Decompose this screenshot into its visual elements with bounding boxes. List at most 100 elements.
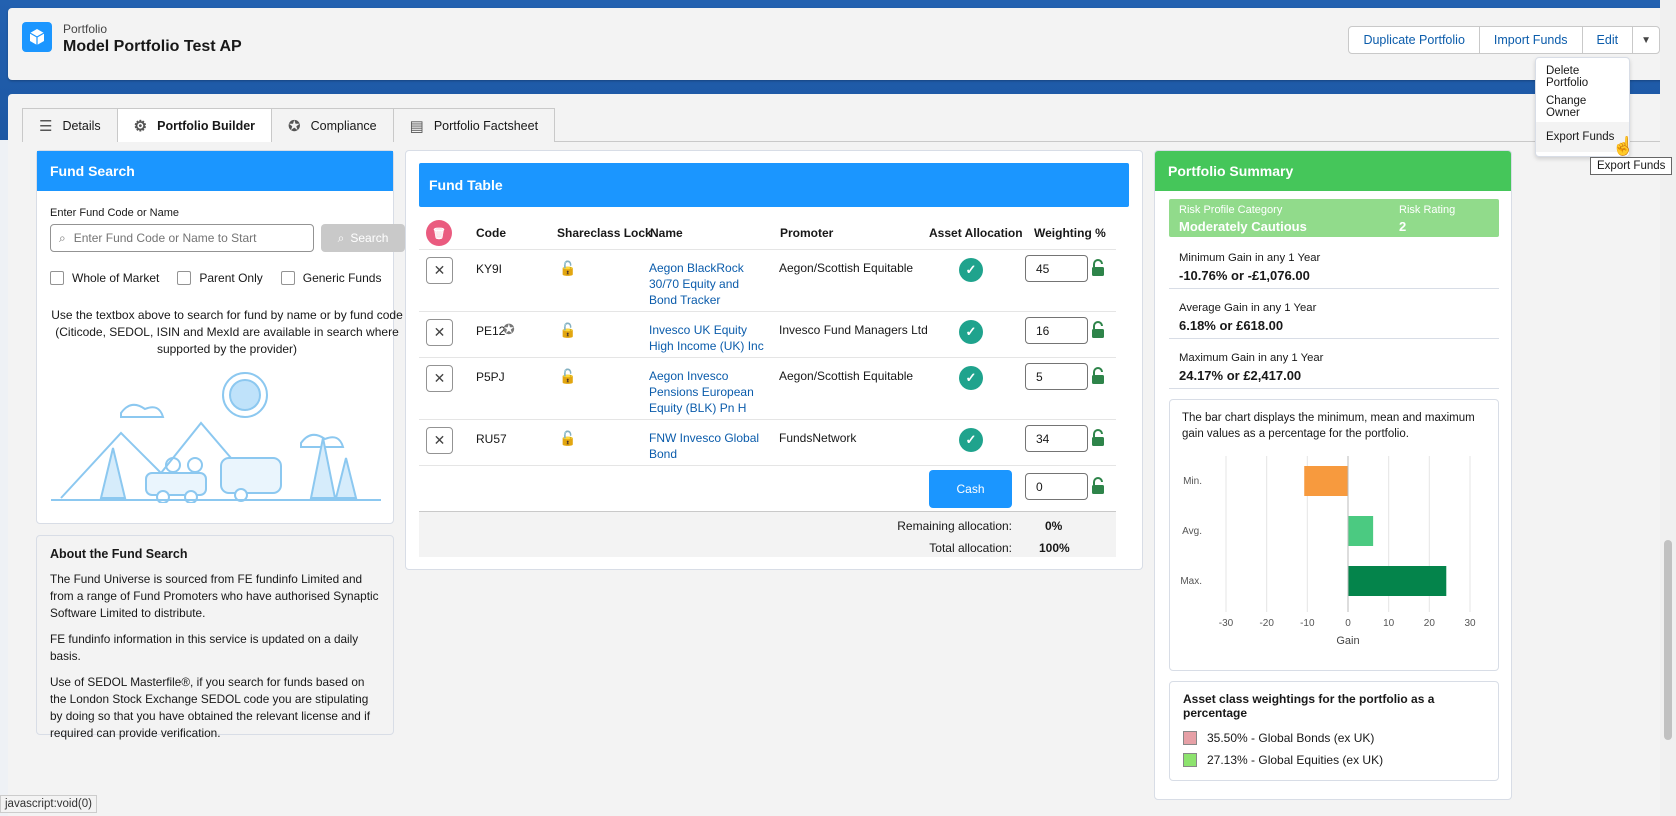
fund-promoter: FundsNetwork [779, 431, 857, 445]
trash-icon: 🗑 [426, 220, 452, 246]
risk-rating-value: 2 [1399, 219, 1407, 234]
column-header-allocation: Asset Allocation [929, 226, 1023, 240]
record-header: Portfolio Model Portfolio Test AP Duplic… [8, 8, 1668, 80]
tab-portfolio-factsheet[interactable]: ▤ Portfolio Factsheet [392, 108, 556, 142]
duplicate-portfolio-button[interactable]: Duplicate Portfolio [1348, 26, 1480, 54]
tab-label: Portfolio Builder [157, 118, 256, 133]
tab-details[interactable]: ☰ Details [22, 108, 118, 142]
search-button-label: Search [350, 231, 389, 245]
checkbox-label: Parent Only [199, 271, 263, 285]
puzzle-icon: ⚙ [133, 117, 148, 135]
tab-label: Compliance [310, 118, 377, 133]
column-header-name: Name [650, 226, 683, 240]
about-paragraph: The Fund Universe is sourced from FE fun… [50, 572, 379, 620]
weighting-input[interactable]: 34 [1025, 425, 1088, 452]
check-icon[interactable]: ✓ [959, 366, 983, 390]
fund-name-link[interactable]: Aegon BlackRock 30/70 Equity and Bond Tr… [649, 260, 769, 308]
remove-fund-button[interactable]: ✕ [426, 319, 453, 346]
x-tick-label: -30 [1219, 618, 1234, 629]
legend-label: 35.50% - Global Bonds (ex UK) [1207, 731, 1375, 745]
fund-name-link[interactable]: Aegon Invesco Pensions European Equity (… [649, 368, 769, 416]
import-funds-button[interactable]: Import Funds [1478, 26, 1583, 54]
legend-label: 27.13% - Global Equities (ex UK) [1207, 753, 1384, 767]
weighting-input[interactable]: 16 [1025, 317, 1088, 344]
lock-icon[interactable] [1090, 321, 1106, 339]
fund-code: KY9I [476, 262, 503, 276]
edit-button[interactable]: Edit [1581, 26, 1634, 54]
whole-of-market-checkbox[interactable]: Whole of Market [50, 271, 159, 285]
search-icon: ⌕ [59, 230, 66, 245]
about-title: About the Fund Search [50, 547, 188, 561]
camping-illustration [51, 372, 381, 503]
fund-promoter: Aegon/Scottish Equitable [779, 369, 914, 383]
fund-code: P5PJ [476, 370, 505, 384]
status-bar-url: javascript:void(0) [0, 795, 97, 813]
asset-class-card: Asset class weightings for the portfolio… [1169, 681, 1499, 781]
remove-fund-button[interactable]: ✕ [426, 427, 453, 454]
cash-button[interactable]: Cash [929, 470, 1012, 508]
fund-name-link[interactable]: FNW Invesco Global Bond [649, 430, 769, 462]
fund-code: PE12 [476, 324, 506, 338]
fund-search-panel: Fund Search Enter Fund Code or Name ⌕ En… [36, 150, 405, 524]
generic-funds-checkbox[interactable]: Generic Funds [280, 271, 382, 285]
more-actions-button[interactable]: ▼ [1632, 26, 1660, 54]
unlock-icon[interactable]: 🔓 [559, 322, 576, 339]
legend-swatch [1183, 753, 1197, 767]
delete-all-button[interactable]: 🗑 [426, 217, 452, 249]
menu-item-change-owner[interactable]: Change Owner [1536, 92, 1629, 122]
about-paragraph: FE fundinfo information in this service … [50, 632, 359, 663]
fund-search-label: Enter Fund Code or Name [50, 207, 180, 219]
asset-class-title: Asset class weightings for the portfolio… [1183, 692, 1435, 720]
remove-fund-button[interactable]: ✕ [426, 257, 453, 284]
checkbox-label: Generic Funds [302, 271, 382, 285]
lock-icon[interactable] [1090, 259, 1106, 277]
chart-description: The bar chart displays the minimum, mean… [1182, 412, 1475, 440]
bar-min [1304, 466, 1348, 496]
bar-avg [1348, 516, 1374, 546]
max-gain: Maximum Gain in any 1 Year 24.17% or £2,… [1169, 347, 1499, 389]
remove-fund-button[interactable]: ✕ [426, 365, 453, 392]
risk-rating-label: Risk Rating [1399, 204, 1456, 216]
max-gain-label: Maximum Gain in any 1 Year [1179, 352, 1324, 364]
fund-search-help: Use the textbox above to search for fund… [51, 308, 403, 356]
cash-weighting-input[interactable]: 0 [1025, 473, 1088, 500]
close-icon: ✕ [433, 262, 446, 278]
weighting-input[interactable]: 5 [1025, 363, 1088, 390]
menu-item-delete-portfolio[interactable]: Delete Portfolio [1536, 62, 1629, 92]
fund-code: RU57 [476, 432, 507, 446]
fund-table-header: Fund Table [419, 163, 1129, 207]
lock-icon[interactable] [1090, 367, 1106, 385]
portfolio-summary-header: Portfolio Summary [1155, 151, 1511, 191]
bar-max [1348, 566, 1447, 596]
weighting-input[interactable]: 45 [1025, 255, 1088, 282]
unlock-icon[interactable]: 🔓 [559, 430, 576, 447]
search-button[interactable]: ⌕ Search [321, 224, 405, 252]
fund-table-panel: Fund Table 🗑 Code Shareclass Lock Name P… [405, 150, 1143, 570]
tab-compliance[interactable]: ✪ Compliance [271, 108, 394, 142]
checkbox-box [177, 271, 192, 285]
parent-only-checkbox[interactable]: Parent Only [177, 271, 263, 285]
avg-gain: Average Gain in any 1 Year 6.18% or £618… [1169, 297, 1499, 339]
min-gain: Minimum Gain in any 1 Year -10.76% or -£… [1169, 247, 1499, 289]
tab-portfolio-builder[interactable]: ⚙ Portfolio Builder [116, 108, 273, 142]
lock-icon[interactable] [1090, 429, 1106, 447]
y-category-label: Min. [1183, 476, 1202, 487]
check-icon[interactable]: ✓ [959, 258, 983, 282]
allocation-summary: Remaining allocation: 0% Total allocatio… [419, 511, 1116, 557]
scrollbar-thumb[interactable] [1664, 540, 1672, 740]
fund-name-link[interactable]: Invesco UK Equity High Income (UK) Inc [649, 322, 769, 354]
column-header-promoter: Promoter [780, 226, 834, 240]
x-tick-label: -10 [1300, 618, 1315, 629]
check-icon[interactable]: ✓ [959, 428, 983, 452]
page-title: Model Portfolio Test AP [63, 38, 242, 55]
check-icon[interactable]: ✓ [959, 320, 983, 344]
hand-cursor-icon: ☝ [1612, 136, 1635, 156]
lock-icon[interactable] [1090, 477, 1106, 495]
page-scrollbar[interactable] [1660, 0, 1676, 816]
unlock-icon[interactable]: 🔓 [559, 368, 576, 385]
remaining-allocation-label: Remaining allocation: [897, 519, 1012, 533]
unlock-icon[interactable]: 🔓 [559, 260, 576, 277]
fund-search-input[interactable]: ⌕ Enter Fund Code or Name to Start [50, 224, 314, 252]
about-paragraph: Use of SEDOL Masterfile®, if you search … [50, 675, 371, 740]
header-button-group: Duplicate Portfolio Import Funds Edit ▼ [1348, 26, 1660, 54]
